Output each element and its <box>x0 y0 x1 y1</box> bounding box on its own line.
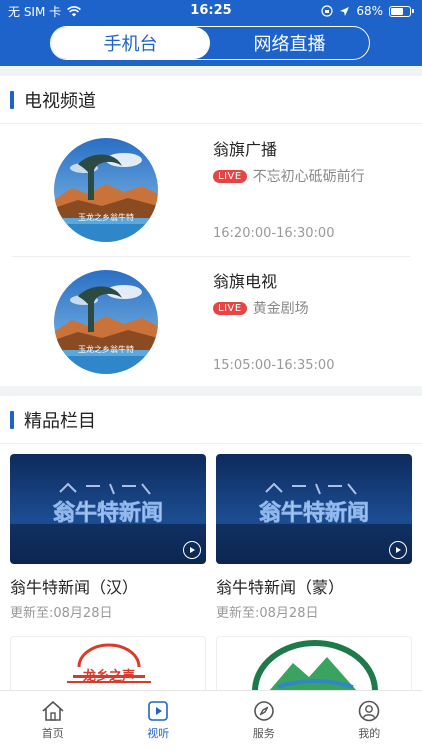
carrier-label: 无 SIM 卡 <box>8 4 62 19</box>
live-badge: LIVE <box>213 169 247 183</box>
longxiang-logo: 龙乡之声 <box>67 643 151 684</box>
tab-label: 我的 <box>358 727 381 740</box>
program-title: 翁牛特新闻（蒙） <box>216 578 345 597</box>
status-bar: 无 SIM 卡 16:25 68% <box>0 0 422 22</box>
thumb-caption: 玉龙之乡翁牛特 <box>78 344 134 354</box>
section-accent-bar <box>10 90 14 109</box>
logo-text: 龙乡之声 <box>83 668 135 684</box>
user-icon <box>358 700 380 722</box>
tab-network-live[interactable]: 网络直播 <box>210 27 369 59</box>
tv-channels-section: 电视频道 玉龙之乡翁牛特 翁旗广播 LIVE 不忘初心砥砺前行 16:20:00… <box>0 76 422 386</box>
view-switcher: 手机台 网络直播 <box>50 26 370 60</box>
program-title: 翁牛特新闻（汉） <box>10 578 139 597</box>
play-icon[interactable] <box>389 541 407 559</box>
bottom-tab-bar: 首页 视听 服务 我的 <box>0 690 422 750</box>
live-badge: LIVE <box>213 301 247 315</box>
tab-label: 视听 <box>147 727 170 740</box>
channel-program: 黄金剧场 <box>252 301 309 317</box>
status-time: 16:25 <box>190 3 232 18</box>
home-icon <box>42 701 64 721</box>
play-icon <box>148 701 169 721</box>
channel-name: 翁旗电视 <box>213 272 278 291</box>
program-card-partial[interactable]: 龙乡之声 <box>10 636 206 690</box>
featured-section: 精品栏目 翁牛特新闻 翁牛特新闻（汉） 更新至:08月28日 翁牛特新闻 翁牛特… <box>0 396 422 690</box>
section-title-tv: 电视频道 <box>24 90 96 112</box>
program-update: 更新至:08月28日 <box>216 606 319 621</box>
section-title-featured: 精品栏目 <box>24 410 96 432</box>
mountain-logo-icon <box>252 640 378 690</box>
tab-home[interactable]: 首页 <box>0 691 106 750</box>
tab-profile[interactable]: 我的 <box>317 691 422 750</box>
channel-time: 16:20:00-16:30:00 <box>213 226 335 241</box>
tab-services[interactable]: 服务 <box>211 691 317 750</box>
poster-title: 翁牛特新闻 <box>259 500 369 526</box>
wifi-icon <box>67 5 82 16</box>
tab-label: 首页 <box>41 727 64 740</box>
battery-icon <box>389 5 414 17</box>
channel-program: 不忘初心砥砺前行 <box>252 169 365 185</box>
battery-percent: 68% <box>356 4 383 18</box>
channel-name: 翁旗广播 <box>213 140 278 159</box>
channel-item[interactable]: 玉龙之乡翁牛特 翁旗电视 LIVE 黄金剧场 15:05:00-16:35:00 <box>12 256 410 388</box>
channel-item[interactable]: 玉龙之乡翁牛特 翁旗广播 LIVE 不忘初心砥砺前行 16:20:00-16:3… <box>12 124 410 256</box>
tab-mobile-station[interactable]: 手机台 <box>51 27 210 59</box>
program-card-partial[interactable] <box>216 636 412 690</box>
program-update: 更新至:08月28日 <box>10 606 113 621</box>
location-icon <box>340 6 350 16</box>
app-header: 无 SIM 卡 16:25 68% 手机台 网络直播 <box>0 0 422 66</box>
play-icon[interactable] <box>183 541 201 559</box>
tab-media[interactable]: 视听 <box>106 691 212 750</box>
poster-title: 翁牛特新闻 <box>53 500 163 526</box>
section-header-tv: 电视频道 <box>0 76 422 124</box>
program-poster: 翁牛特新闻 <box>10 454 206 564</box>
compass-icon <box>253 701 274 721</box>
program-card[interactable]: 翁牛特新闻 翁牛特新闻（汉） 更新至:08月28日 <box>10 454 206 621</box>
tab-label: 服务 <box>252 727 275 740</box>
section-accent-bar <box>10 410 14 429</box>
channel-thumbnail: 玉龙之乡翁牛特 <box>54 270 158 374</box>
thumb-caption: 玉龙之乡翁牛特 <box>78 212 134 222</box>
lock-rotation-icon <box>321 5 333 17</box>
channel-thumbnail: 玉龙之乡翁牛特 <box>54 138 158 242</box>
section-header-featured: 精品栏目 <box>0 396 422 444</box>
program-card[interactable]: 翁牛特新闻 翁牛特新闻（蒙） 更新至:08月28日 <box>216 454 412 621</box>
program-poster: 翁牛特新闻 <box>216 454 412 564</box>
channel-time: 15:05:00-16:35:00 <box>213 358 335 373</box>
